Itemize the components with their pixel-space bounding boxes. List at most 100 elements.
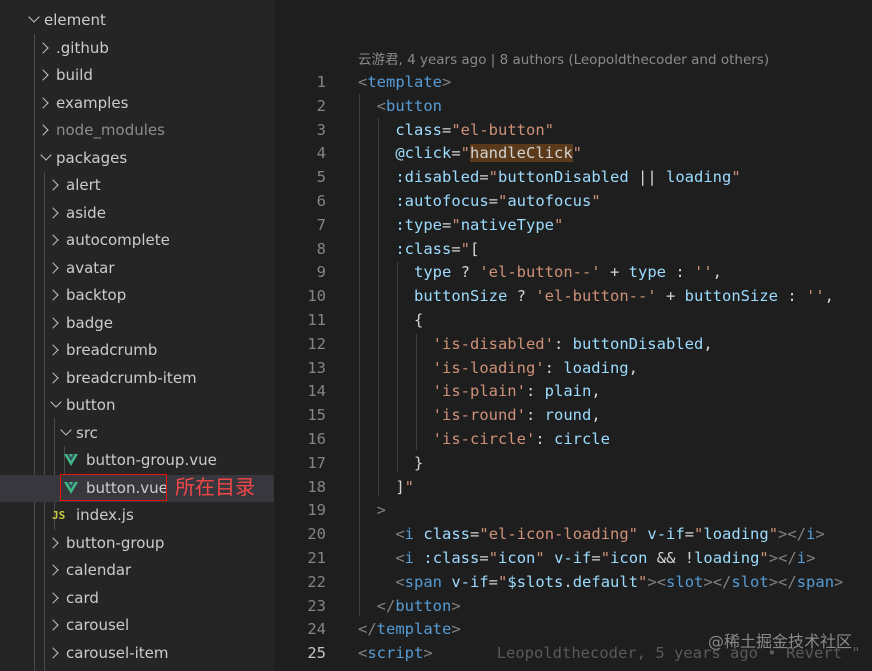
code-token: ? (451, 263, 480, 282)
tree-item[interactable]: element (0, 7, 274, 34)
tree-item[interactable]: carousel (0, 612, 274, 639)
code-token: type (414, 263, 452, 282)
tree-item[interactable]: examples (0, 90, 274, 117)
code-token: buttonSize (684, 287, 778, 306)
code-line[interactable]: 1 <template> (274, 70, 872, 94)
code-token: :type (395, 215, 442, 234)
tree-item[interactable]: button (0, 392, 274, 419)
line-number: 11 (307, 311, 326, 329)
code-line[interactable]: 13 'is-loading': loading, (274, 356, 872, 380)
code-line[interactable]: 8 :class="[ (274, 237, 872, 261)
code-token: = (479, 168, 489, 187)
line-number: 22 (307, 572, 326, 591)
tree-item[interactable]: src (0, 420, 274, 447)
code-line[interactable]: 10 buttonSize ? 'el-button--' + buttonSi… (274, 284, 872, 308)
code-line[interactable]: 12 'is-disabled': buttonDisabled, (274, 332, 872, 356)
code-token: "el-icon-loading" (479, 525, 639, 544)
code-line[interactable]: 22 <span v-if="$slots.default"><slot></s… (274, 570, 872, 594)
code-line[interactable]: 6 :autofocus="autofocus" (274, 189, 872, 213)
tree-item[interactable]: breadcrumb (0, 337, 274, 364)
tree-item-label: button (66, 396, 116, 414)
code-text: 'is-loading': loading, (358, 356, 638, 380)
code-text: buttonSize ? 'el-button--' + buttonSize … (358, 284, 834, 308)
code-text: } (358, 451, 423, 475)
code-text: :class="[ (358, 237, 479, 261)
tree-item[interactable]: packages (0, 145, 274, 172)
code-line[interactable]: 2 <button (274, 94, 872, 118)
tree-item[interactable]: node_modules (0, 117, 274, 144)
line-number: 5 (316, 168, 326, 187)
tree-item[interactable]: card (0, 585, 274, 612)
code-line[interactable]: 5 :disabled="buttonDisabled || loading" (274, 165, 872, 189)
tree-item[interactable]: aside (0, 200, 274, 227)
line-number: 19 (307, 501, 326, 520)
tree-item[interactable]: calendar (0, 557, 274, 584)
code-token: " (451, 215, 461, 234)
code-token: } (358, 453, 424, 472)
code-token: slot (666, 572, 704, 591)
tree-item[interactable]: .github (0, 35, 274, 62)
code-line[interactable]: 18 ]" (274, 475, 872, 499)
code-line[interactable]: 3 class="el-button" (274, 118, 872, 142)
tree-item[interactable]: button-group (0, 530, 274, 557)
line-number: 14 (307, 382, 326, 401)
chevron-right-icon (47, 371, 59, 384)
code-line[interactable]: 17 } (274, 451, 872, 475)
code-token: :class (423, 549, 480, 567)
code-line[interactable]: 19 > (274, 498, 872, 522)
code-line[interactable]: 23 </button> (274, 594, 872, 618)
code-line[interactable]: 4 @click="handleClick" (274, 141, 872, 165)
code-text: :type="nativeType" (358, 213, 563, 237)
code-token: : (544, 358, 564, 377)
code-token: " (488, 168, 499, 187)
code-token: nativeType (460, 215, 555, 234)
code-token: ></ (703, 572, 732, 591)
code-token: = (442, 215, 452, 234)
code-line[interactable]: 16 'is-circle': circle (274, 427, 872, 451)
tree-item-label: alert (66, 176, 101, 194)
code-token: [ (470, 239, 480, 258)
chevron-right-icon (47, 234, 59, 246)
code-token: " (768, 525, 779, 544)
code-line[interactable]: 15 'is-round': round, (274, 403, 872, 427)
chevron-right-icon (47, 261, 59, 274)
tree-item[interactable]: carousel-item (0, 640, 274, 667)
code-token: = (479, 549, 489, 567)
code-token: '' (693, 263, 713, 282)
code-line[interactable]: 11 { (274, 308, 872, 332)
code-line[interactable]: 20 <i class="el-icon-loading" v-if="load… (274, 522, 872, 546)
chevron-down-icon (28, 11, 40, 23)
code-token: > (806, 549, 816, 567)
code-text: :autofocus="autofocus" (358, 189, 600, 213)
code-token: 'el-button--' (479, 263, 601, 282)
line-number: 20 (307, 525, 326, 544)
code-line[interactable]: 14 'is-plain': plain, (274, 379, 872, 403)
tree-item[interactable]: button-group.vue (0, 447, 274, 474)
code-token: '' (805, 287, 825, 306)
code-line[interactable]: 9 type ? 'el-button--' + type : '', (274, 260, 872, 284)
tree-item-label: aside (66, 203, 106, 222)
tree-item[interactable]: avatar (0, 255, 274, 282)
code-token: 'is-circle' (432, 430, 536, 448)
code-token: , (591, 382, 601, 401)
code-token: :autofocus (395, 192, 489, 210)
tree-item[interactable]: alert (0, 172, 274, 199)
tree-item[interactable]: build (0, 62, 274, 89)
tree-item[interactable]: JS index.js (0, 502, 274, 529)
code-token: icon (498, 549, 536, 567)
tree-item[interactable]: breadcrumb-item (0, 365, 274, 392)
code-line[interactable]: 21 <i :class="icon" v-if="icon && !loadi… (274, 546, 872, 570)
tree-item[interactable]: backtop (0, 282, 274, 309)
blame-header: 云游君, 4 years ago | 8 authors (Leopoldthe… (358, 52, 770, 68)
code-line[interactable]: 7 :type="nativeType" (274, 213, 872, 237)
tree-item[interactable]: badge (0, 310, 274, 337)
code-token: " (460, 239, 471, 258)
code-token: " (535, 549, 545, 567)
line-number: 18 (307, 477, 326, 496)
code-editor[interactable]: 云游君, 4 years ago | 8 authors (Leopoldthe… (274, 0, 872, 671)
tree-item[interactable]: autocomplete (0, 227, 274, 254)
